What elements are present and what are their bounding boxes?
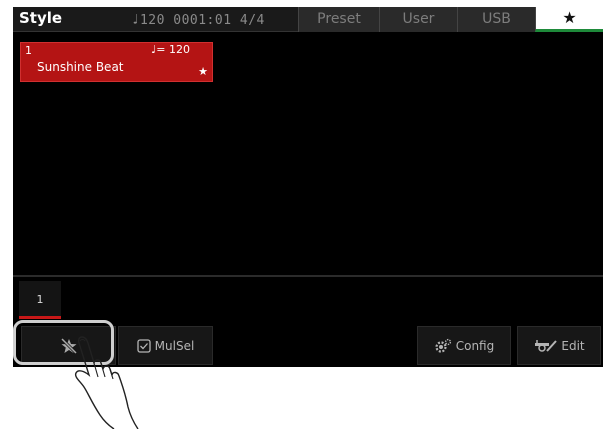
style-tempo: ♩= 120 bbox=[151, 43, 190, 56]
tab-user[interactable]: User bbox=[379, 7, 457, 32]
tab-favorites[interactable]: ★ bbox=[535, 7, 603, 32]
config-label: Config bbox=[455, 338, 495, 353]
page-tab-1[interactable]: 1 bbox=[19, 281, 61, 319]
list-divider bbox=[13, 275, 603, 277]
style-name: Sunshine Beat bbox=[37, 60, 124, 74]
tab-preset[interactable]: Preset bbox=[298, 7, 379, 32]
edit-label: Edit bbox=[561, 338, 585, 353]
style-item-sunshine-beat[interactable]: 1 ♩= 120 Sunshine Beat ★ bbox=[20, 42, 213, 82]
song-info: ♩120 0001:01 4/4 bbox=[131, 12, 265, 28]
quarter-note-icon: ♩ bbox=[131, 12, 140, 28]
time-signature: 4/4 bbox=[239, 13, 265, 28]
tempo-value: 120 bbox=[139, 13, 165, 28]
config-button[interactable]: Config bbox=[417, 326, 511, 365]
style-screen: Style ♩120 0001:01 4/4 Preset User USB ★… bbox=[13, 7, 603, 367]
edit-button[interactable]: Edit bbox=[517, 326, 601, 365]
top-bar: Style ♩120 0001:01 4/4 Preset User USB ★ bbox=[13, 7, 603, 32]
gear-icon bbox=[434, 338, 452, 354]
tab-usb[interactable]: USB bbox=[457, 7, 535, 32]
page-title: Style bbox=[19, 9, 63, 27]
pointing-hand-icon bbox=[70, 335, 165, 429]
style-number: 1 bbox=[25, 44, 32, 57]
edit-tools-icon bbox=[533, 339, 558, 353]
measure-position: 0001:01 bbox=[173, 13, 232, 28]
star-icon: ★ bbox=[562, 8, 577, 27]
favorite-star-icon: ★ bbox=[198, 65, 208, 78]
